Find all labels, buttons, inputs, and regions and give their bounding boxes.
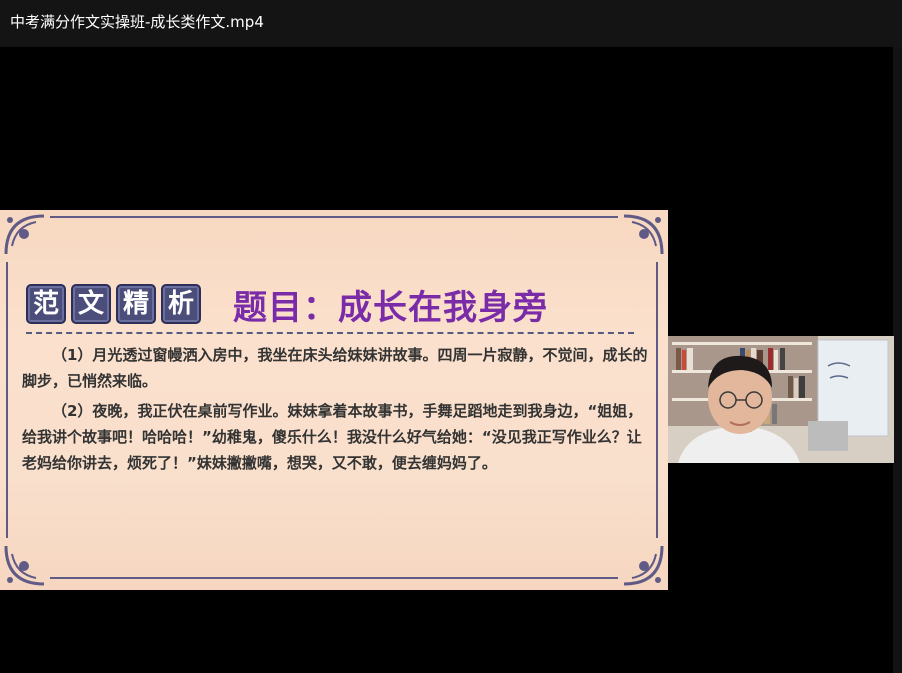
section-badges: 范 文 精 析	[26, 284, 201, 324]
badge: 精	[116, 284, 156, 324]
frame-bottom	[50, 577, 618, 579]
corner-ornament-icon	[623, 545, 664, 586]
video-title-bar: 中考满分作文实操班-成长类作文.mp4	[0, 0, 902, 47]
frame-top	[50, 216, 618, 218]
frame-left	[6, 262, 8, 538]
paragraph-2: （2）夜晚，我正伏在桌前写作业。妹妹拿着本故事书，手舞足蹈地走到我身边，“姐姐，…	[22, 402, 643, 472]
presenter-video	[668, 336, 894, 463]
dashed-divider	[26, 332, 634, 334]
webcam-feed	[668, 336, 894, 463]
paragraph-1: （1）月光透过窗幔洒入房中，我坐在床头给妹妹讲故事。四周一片寂静，不觉间，成长的…	[22, 346, 648, 390]
lesson-slide: 范 文 精 析 题目：成长在我身旁 （1）月光透过窗幔洒入房中，我坐在床头给妹妹…	[0, 210, 668, 590]
badge: 析	[161, 284, 201, 324]
video-title: 中考满分作文实操班-成长类作文.mp4	[10, 13, 264, 31]
slide-title: 题目：成长在我身旁	[233, 288, 548, 328]
corner-ornament-icon	[4, 545, 45, 586]
scrollbar[interactable]	[893, 47, 902, 673]
badge: 范	[26, 284, 66, 324]
badge: 文	[71, 284, 111, 324]
corner-ornament-icon	[623, 214, 664, 255]
frame-right	[656, 262, 658, 538]
corner-ornament-icon	[4, 214, 45, 255]
